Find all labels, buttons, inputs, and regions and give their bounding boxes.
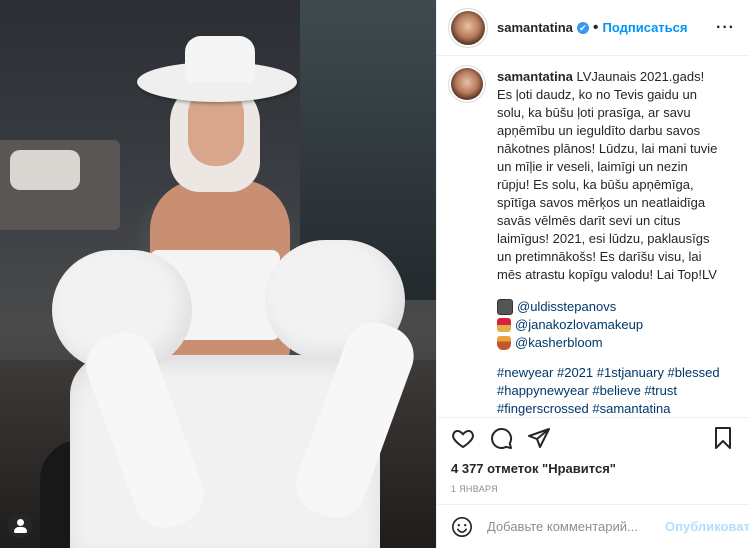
caption-line: un pretimnākošs! Es darīšu visu, lai <box>497 249 702 264</box>
user-tag-icon[interactable] <box>8 514 32 538</box>
hat-crown <box>185 36 255 82</box>
lipstick-emoji-icon <box>497 318 511 332</box>
caption-line: apņēmību un ieguldīto darbu savos <box>497 123 701 138</box>
instagram-post: samantatina ✔ • Подписаться ··· samantat… <box>0 0 749 548</box>
heart-icon[interactable] <box>451 426 475 450</box>
caption-line: spītīga savos mērķos un neatlaidīga <box>497 195 706 210</box>
caption-line: LVJaunais 2021.gads! <box>576 69 705 84</box>
camera-emoji-icon <box>497 299 513 315</box>
credit-tags: @uldisstepanovs @janakozlovamakeup @kash… <box>497 298 720 352</box>
caption-line: mēs atrastu kopīgu valodu! Lai Top!LV <box>497 267 717 282</box>
credit-line: @kasherbloom <box>497 334 720 352</box>
caption-username[interactable]: samantatina <box>497 69 573 84</box>
background-pillow <box>10 150 80 190</box>
caption-line: un mīļie ir veseli, laimīgi un nezin <box>497 159 688 174</box>
share-icon[interactable] <box>527 426 551 450</box>
post-photo[interactable] <box>0 0 436 548</box>
mention-link[interactable]: @kasherbloom <box>515 334 603 352</box>
caption-line: rūpju! Es solu, ka būšu apņēmīga, <box>497 177 694 192</box>
caption-line: savās vēlmēs darīt sevi un citus <box>497 213 681 228</box>
credit-line: @janakozlovamakeup <box>497 316 720 334</box>
comments-area[interactable]: samantatina LVJaunais 2021.gads! Es ļoti… <box>437 56 749 417</box>
comment-icon[interactable] <box>489 426 513 450</box>
caption-line: Es ļoti daudz, ko no Tevis gaidu un <box>497 87 697 102</box>
mention-link[interactable]: @janakozlovamakeup <box>515 316 643 334</box>
like-count[interactable]: 4 377 отметок "Нравится" <box>437 457 749 476</box>
avatar[interactable] <box>451 10 485 45</box>
add-comment-bar: Опубликовать <box>437 504 749 548</box>
hashtag-line[interactable]: #newyear #2021 #1stjanuary #blessed <box>497 365 720 380</box>
caption-line: solu, ka būšu ļoti prasīga, ar savu <box>497 105 691 120</box>
mention-link[interactable]: @uldisstepanovs <box>517 298 616 316</box>
caption-text: samantatina LVJaunais 2021.gads! Es ļoti… <box>497 68 720 417</box>
header-username[interactable]: samantatina <box>497 20 573 35</box>
post-sidebar: samantatina ✔ • Подписаться ··· samantat… <box>436 0 749 548</box>
user-tag-head <box>16 519 24 526</box>
follow-button[interactable]: Подписаться <box>602 20 687 35</box>
more-options-icon[interactable]: ··· <box>716 19 735 37</box>
hashtags: #newyear #2021 #1stjanuary #blessed #hap… <box>497 364 720 417</box>
caption: samantatina LVJaunais 2021.gads! Es ļoti… <box>451 68 735 417</box>
hashtag-line[interactable]: #fingerscrossed #samantatina <box>497 401 670 416</box>
post-header: samantatina ✔ • Подписаться ··· <box>437 0 749 56</box>
smile-icon[interactable] <box>451 516 473 538</box>
dress-emoji-icon <box>497 336 511 350</box>
comment-input[interactable] <box>485 518 665 535</box>
publish-button[interactable]: Опубликовать <box>665 519 749 534</box>
verified-icon: ✔ <box>576 21 589 34</box>
post-date[interactable]: 1 ЯНВАРЯ <box>437 476 749 504</box>
action-bar <box>437 417 749 457</box>
caption-line: nākotnes plānos! Lūdzu, lai mani tuvie <box>497 141 718 156</box>
separator-dot: • <box>592 18 599 36</box>
hashtag-line[interactable]: #happynewyear #believe #trust <box>497 383 677 398</box>
caption-avatar[interactable] <box>451 68 483 100</box>
credit-line: @uldisstepanovs <box>497 298 720 316</box>
caption-line: laimīgus! 2021, esi lūdzu, paklausīgs <box>497 231 710 246</box>
bookmark-icon[interactable] <box>711 426 735 450</box>
user-tag-body <box>13 527 27 533</box>
